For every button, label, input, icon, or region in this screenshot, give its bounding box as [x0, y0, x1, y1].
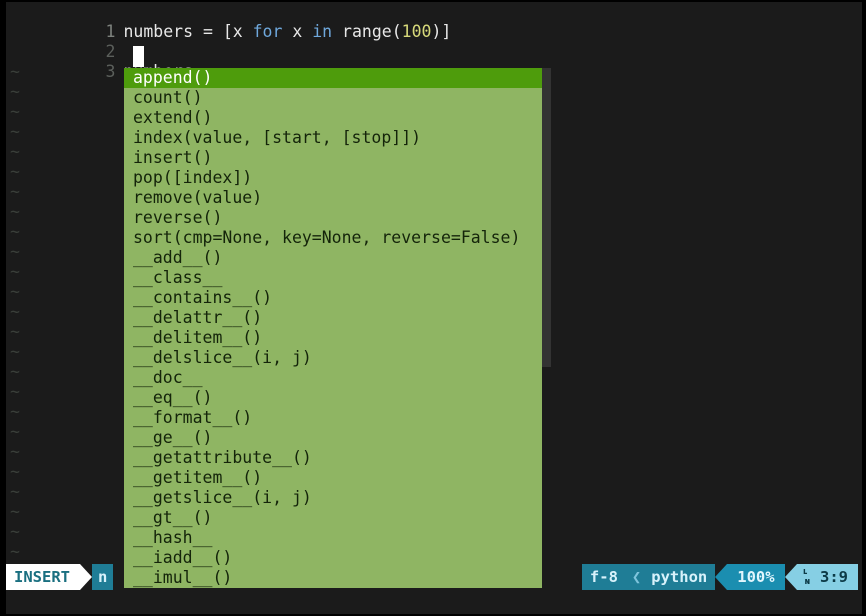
completion-item[interactable]: reverse() — [124, 208, 542, 228]
tilde-icon: ~ — [10, 542, 20, 561]
completion-item[interactable]: __delattr__() — [124, 308, 542, 328]
completion-item[interactable]: remove(value) — [124, 188, 542, 208]
completion-popup[interactable]: append() count() extend() index(value, [sta… — [124, 68, 542, 588]
status-encoding: f-8 — [581, 564, 626, 590]
line-number-icon-top: ʟ — [802, 566, 808, 577]
tilde-icon: ~ — [10, 362, 20, 381]
code-line-1: 1 numbers = [x for x in range(100)] — [6, 2, 862, 42]
completion-item[interactable]: __getattribute__() — [124, 448, 542, 468]
tilde-icon: ~ — [10, 162, 20, 181]
completion-item-selected[interactable]: append() — [124, 68, 542, 88]
code-line-2: 2 — [6, 22, 862, 62]
completion-item[interactable]: __contains__() — [124, 288, 542, 308]
status-percent-separator-icon — [715, 564, 728, 590]
status-mode: INSERT — [6, 564, 80, 590]
tilde-icon: ~ — [10, 262, 20, 281]
completion-item[interactable]: extend() — [124, 108, 542, 128]
tilde-icon: ~ — [10, 242, 20, 261]
completion-item[interactable]: __getitem__() — [124, 468, 542, 488]
completion-item[interactable]: index(value, [start, [stop]]) — [124, 128, 542, 148]
tilde-icon: ~ — [10, 182, 20, 201]
completion-item[interactable]: __hash__ — [124, 528, 542, 548]
line-number-3: 3 — [85, 62, 124, 82]
tilde-icon: ~ — [10, 322, 20, 341]
tilde-icon: ~ — [10, 422, 20, 441]
tilde-icon: ~ — [10, 102, 20, 121]
tilde-icon: ~ — [10, 462, 20, 481]
message-line: -- Omni completion (^O^N^P) match 1 of 4… — [6, 590, 862, 614]
text-cursor — [133, 46, 144, 67]
tilde-icon: ~ — [10, 522, 20, 541]
status-position-separator-icon — [784, 564, 797, 590]
status-filetype: python — [647, 564, 716, 590]
completion-item[interactable]: __eq__() — [124, 388, 542, 408]
completion-item[interactable]: __doc__ — [124, 368, 542, 388]
status-chevron-left-icon: ❮ — [625, 564, 648, 590]
tilde-icon: ~ — [10, 142, 20, 161]
tilde-icon: ~ — [10, 342, 20, 361]
statusline-right-group: f-8 ❮ python 100% ʟ ɴ 3:9 — [581, 564, 858, 590]
tilde-icon: ~ — [10, 482, 20, 501]
line-number-icon-bottom: ɴ — [804, 576, 810, 587]
tilde-icon: ~ — [10, 502, 20, 521]
completion-item[interactable]: __ge__() — [124, 428, 542, 448]
tilde-icon: ~ — [10, 442, 20, 461]
terminal-window: 1numbers = [x for x in range(100)] 2 3nu… — [0, 0, 866, 616]
vim-screen: 1numbers = [x for x in range(100)] 2 3nu… — [6, 2, 862, 614]
status-filename: n — [92, 564, 114, 590]
completion-item[interactable]: __add__() — [124, 248, 542, 268]
tilde-icon: ~ — [10, 202, 20, 221]
completion-item[interactable]: __class__ — [124, 268, 542, 288]
completion-item[interactable]: pop([index]) — [124, 168, 542, 188]
completion-item[interactable]: __delslice__(i, j) — [124, 348, 542, 368]
status-mode-separator-icon — [80, 564, 92, 590]
completion-item[interactable]: __imul__() — [124, 568, 542, 588]
completion-item[interactable]: insert() — [124, 148, 542, 168]
completion-item[interactable]: __delitem__() — [124, 328, 542, 348]
completion-item[interactable]: __getslice__(i, j) — [124, 488, 542, 508]
tilde-icon: ~ — [10, 282, 20, 301]
tilde-icon: ~ — [10, 122, 20, 141]
status-position: ʟ ɴ 3:9 — [796, 564, 858, 590]
tilde-icon: ~ — [10, 302, 20, 321]
tilde-icon: ~ — [10, 222, 20, 241]
status-percent: 100% — [727, 564, 785, 590]
completion-item[interactable]: __format__() — [124, 408, 542, 428]
status-position-value: 3:9 — [820, 568, 848, 586]
completion-item[interactable]: count() — [124, 88, 542, 108]
completion-item[interactable]: __gt__() — [124, 508, 542, 528]
completion-popup-scrollbar[interactable] — [542, 68, 551, 367]
tilde-icon: ~ — [10, 402, 20, 421]
completion-item[interactable]: sort(cmp=None, key=None, reverse=False) — [124, 228, 542, 248]
line-number-icon: ʟɴ — [801, 567, 820, 587]
tilde-icon: ~ — [10, 382, 20, 401]
completion-item[interactable]: __iadd__() — [124, 548, 542, 568]
